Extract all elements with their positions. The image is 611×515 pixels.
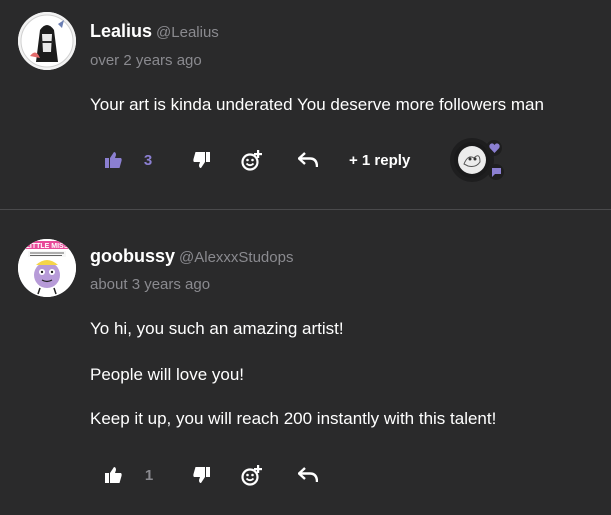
like-button[interactable] bbox=[102, 457, 124, 493]
dislike-button[interactable] bbox=[190, 142, 212, 178]
comment-timestamp: about 3 years ago bbox=[90, 276, 211, 293]
like-button[interactable] bbox=[102, 142, 124, 178]
avatar[interactable] bbox=[18, 12, 76, 70]
reply-arrow-icon bbox=[298, 152, 318, 168]
thumbs-up-icon bbox=[104, 152, 122, 168]
comment-author[interactable]: Lealius @Lealius bbox=[90, 21, 219, 42]
comment-actions: 1 bbox=[90, 457, 590, 493]
user-handle[interactable]: @AlexxxStudops bbox=[179, 249, 293, 266]
add-reaction-icon bbox=[241, 150, 262, 171]
reply-button[interactable] bbox=[296, 142, 320, 178]
thumbs-up-icon bbox=[104, 467, 122, 483]
comment-author[interactable]: goobussy @AlexxxStudops bbox=[90, 246, 293, 267]
thumbs-down-icon bbox=[192, 152, 210, 168]
add-reaction-button[interactable] bbox=[240, 457, 264, 493]
heart-icon bbox=[488, 143, 500, 153]
like-count: 3 bbox=[143, 151, 153, 169]
username[interactable]: Lealius bbox=[90, 21, 152, 41]
view-replies-link[interactable]: + 1 reply bbox=[349, 142, 419, 178]
chat-bubble-icon bbox=[491, 168, 501, 177]
reply-button[interactable] bbox=[296, 457, 320, 493]
avatar-caption: LITTLE MISS bbox=[26, 243, 69, 250]
comment-item: Lealius @Lealius over 2 years ago Your ar… bbox=[0, 0, 611, 209]
comment-text: Keep it up, you will reach 200 instantly… bbox=[90, 409, 497, 428]
user-handle[interactable]: @Lealius bbox=[156, 24, 219, 41]
reactor-avatar[interactable] bbox=[454, 142, 490, 178]
heart-reaction-badge bbox=[486, 140, 502, 156]
comment-timestamp: over 2 years ago bbox=[90, 52, 202, 69]
comment-text: Yo hi, you such an amazing artist! bbox=[90, 319, 344, 338]
add-reaction-icon bbox=[241, 465, 262, 486]
like-count: 1 bbox=[144, 466, 154, 484]
comment-reaction-badge bbox=[488, 164, 504, 180]
comment-text: People will love you! bbox=[90, 365, 245, 384]
comment-item: LITTLE MISS goobussy @AlexxxStudops about… bbox=[0, 210, 611, 515]
comment-text: Your art is kinda underated You deserve … bbox=[90, 95, 544, 114]
avatar[interactable]: LITTLE MISS bbox=[18, 239, 76, 297]
reply-arrow-icon bbox=[298, 467, 318, 483]
username[interactable]: goobussy bbox=[90, 246, 175, 266]
comment-actions: 3 + 1 reply bbox=[90, 140, 590, 180]
add-reaction-button[interactable] bbox=[240, 142, 264, 178]
dislike-button[interactable] bbox=[190, 457, 212, 493]
thumbs-down-icon bbox=[192, 467, 210, 483]
